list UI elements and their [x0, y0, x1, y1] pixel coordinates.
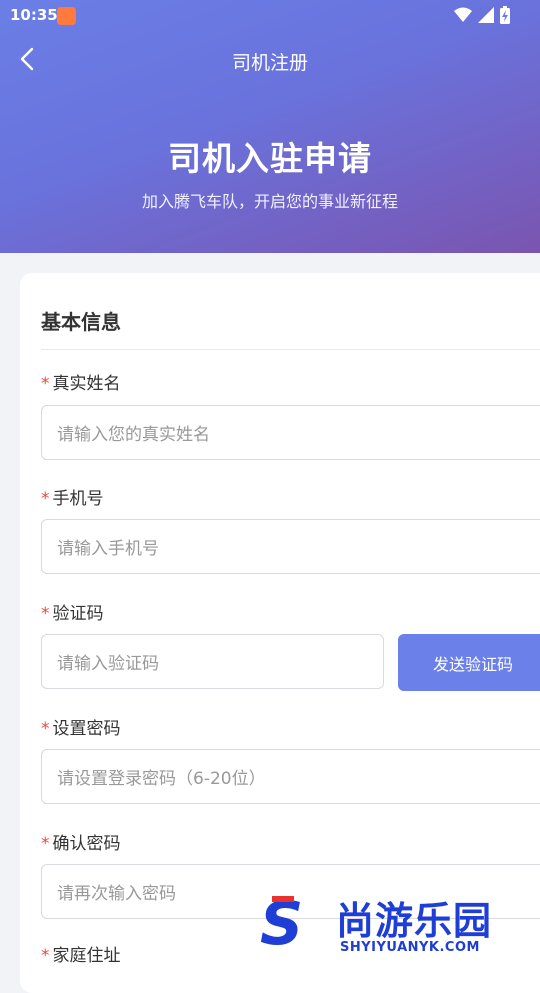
placeholder: 请再次输入密码 [57, 884, 176, 904]
battery-charging-icon [500, 6, 510, 24]
status-bar: 10:35 [0, 0, 540, 32]
page-title: 司机注册 [231, 52, 308, 74]
placeholder: 请输入验证码 [57, 654, 159, 674]
form-card: 基本信息 * 真实姓名 请输入您的真实姓名 * 手机号 请输入手机号 * 验证码 请输… [20, 273, 540, 993]
field-label-password: * 设置密码 [41, 719, 121, 739]
watermark-accent [272, 896, 294, 902]
required-mark: * [41, 834, 50, 854]
watermark-logo: S 尚游乐园 SHYIYUANYK.COM [260, 890, 540, 960]
verification-code-input[interactable]: 请输入验证码 [41, 634, 384, 689]
section-title: 基本信息 [41, 310, 121, 334]
navbar: 司机注册 [0, 36, 540, 82]
placeholder: 请设置登录密码（6-20位） [57, 769, 266, 789]
placeholder: 请输入您的真实姓名 [57, 425, 210, 445]
required-mark: * [41, 489, 50, 509]
hero-subtitle: 加入腾飞车队，开启您的事业新征程 [141, 192, 398, 211]
field-label-phone: * 手机号 [41, 489, 104, 509]
placeholder: 请输入手机号 [57, 539, 159, 559]
field-label-address: * 家庭住址 [41, 946, 121, 966]
field-label-code: * 验证码 [41, 604, 104, 624]
watermark-url: SHYIYUANYK.COM [340, 940, 480, 955]
hero-title: 司机入驻申请 [168, 139, 372, 178]
real-name-input[interactable]: 请输入您的真实姓名 [41, 405, 540, 460]
divider [41, 349, 540, 350]
field-label-confirm-password: * 确认密码 [41, 834, 121, 854]
required-mark: * [41, 719, 50, 739]
status-time: 10:35 [10, 6, 58, 24]
password-input[interactable]: 请设置登录密码（6-20位） [41, 749, 540, 804]
wifi-icon [454, 7, 472, 22]
app-notification-icon [57, 7, 76, 25]
watermark-s-mark: S [260, 889, 304, 959]
watermark-text: 尚游乐园 [336, 899, 493, 943]
status-icons [454, 6, 510, 24]
send-code-button[interactable]: 发送验证码 [398, 634, 540, 691]
required-mark: * [41, 946, 50, 966]
field-label-name: * 真实姓名 [41, 374, 121, 394]
phone-input[interactable]: 请输入手机号 [41, 519, 540, 574]
required-mark: * [41, 374, 50, 394]
signal-icon [478, 7, 494, 23]
required-mark: * [41, 604, 50, 624]
